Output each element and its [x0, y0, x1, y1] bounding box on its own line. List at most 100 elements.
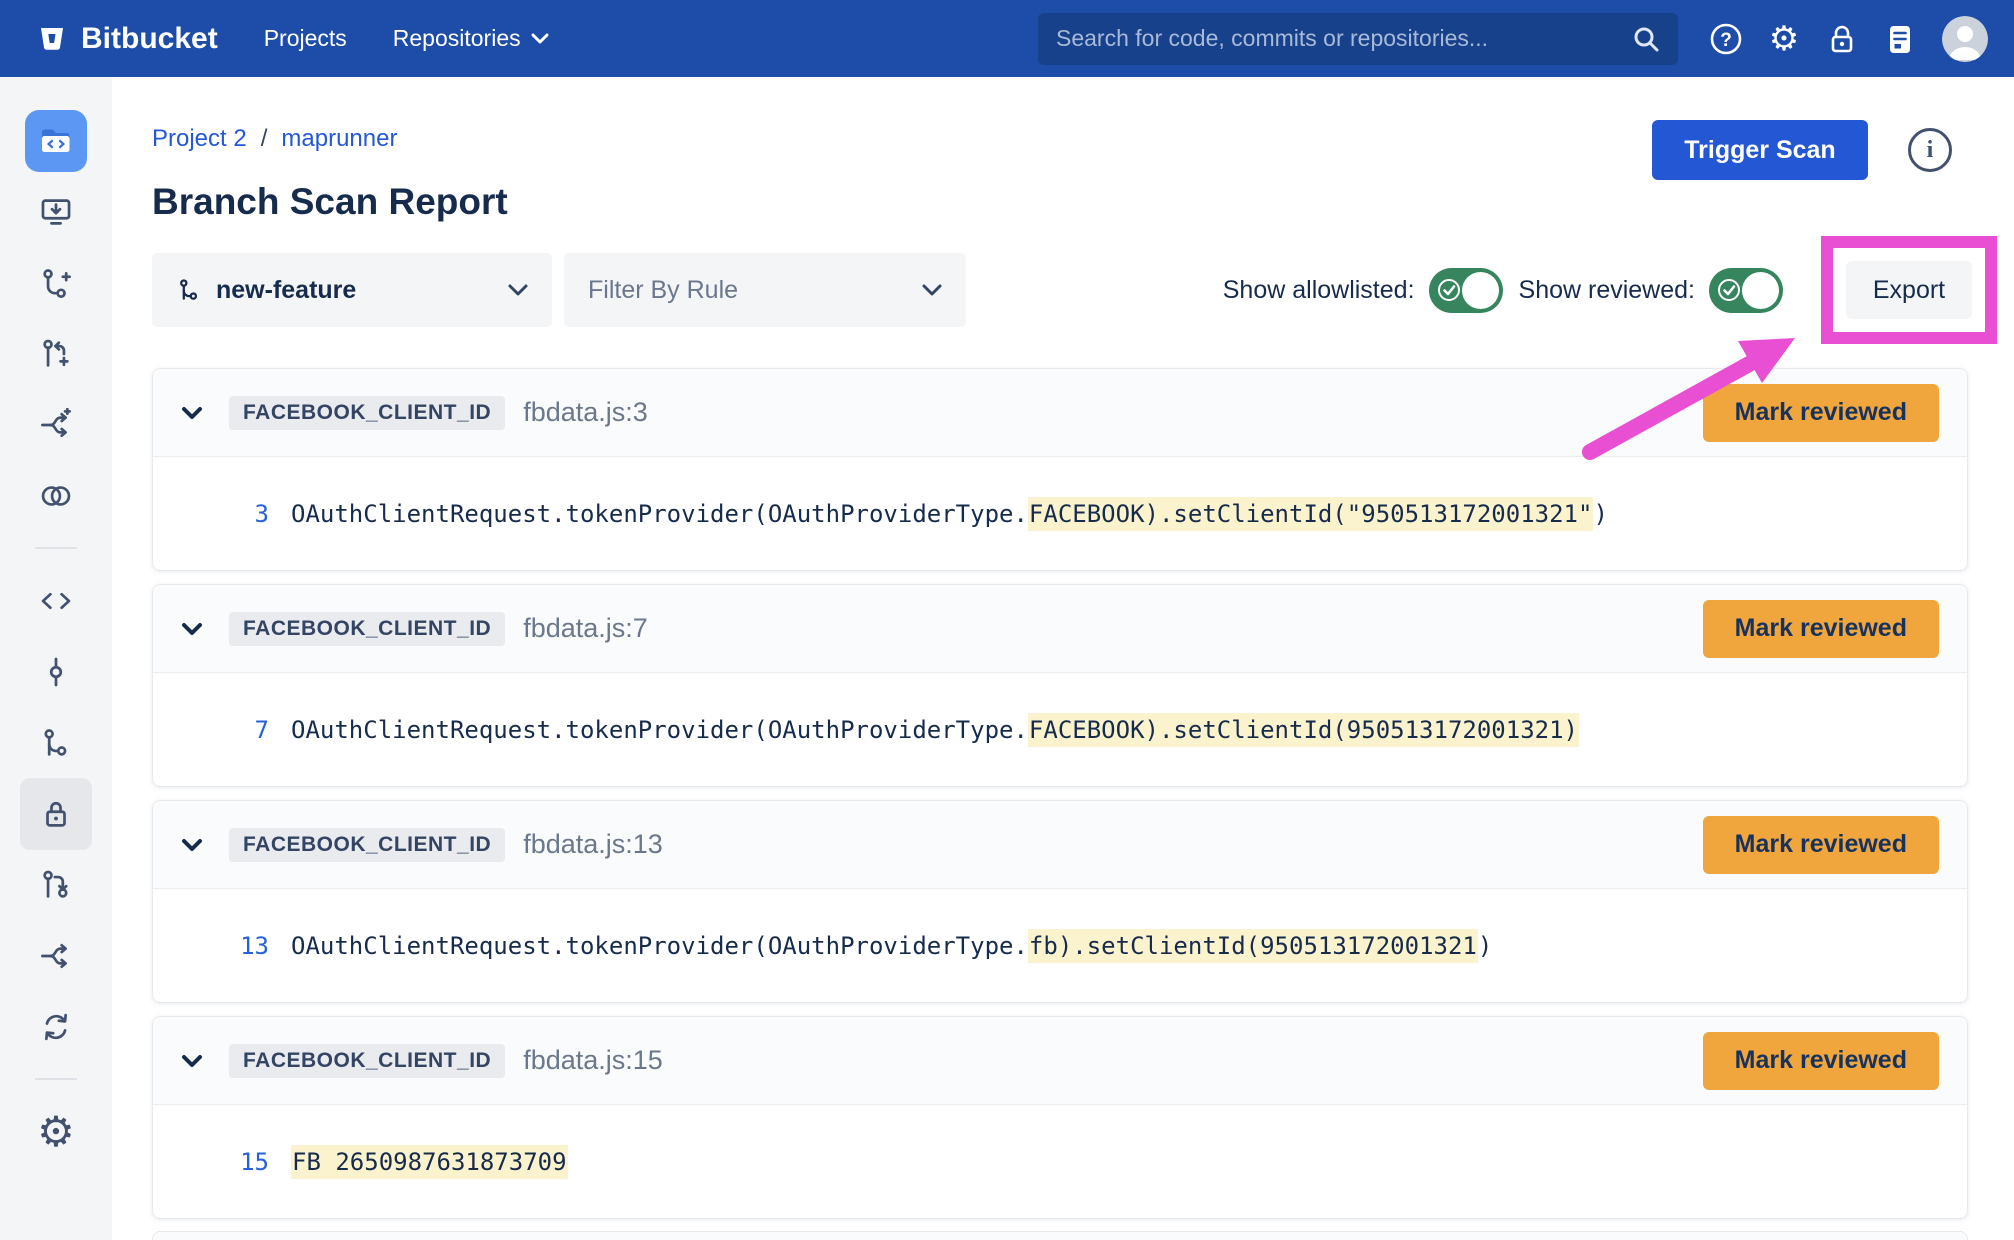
mark-reviewed-button[interactable]: Mark reviewed	[1703, 816, 1939, 874]
rule-badge: FACEBOOK_CLIENT_ID	[229, 828, 505, 862]
check-icon	[1716, 277, 1742, 303]
breadcrumb-separator: /	[261, 125, 268, 153]
rule-filter-dropdown[interactable]: Filter By Rule	[564, 253, 966, 327]
secret-highlight: FACEBOOK).setClientId("950513172001321"	[1028, 497, 1594, 531]
search-icon	[1632, 25, 1660, 53]
create-pull-request-icon	[39, 337, 73, 371]
collapse-chevron-icon[interactable]	[181, 838, 203, 852]
gear-icon: ⚙	[1769, 22, 1799, 56]
line-number: 15	[153, 1148, 269, 1176]
breadcrumb-project-link[interactable]: Project 2	[152, 125, 247, 153]
collapse-chevron-icon[interactable]	[181, 622, 203, 636]
check-icon	[1436, 277, 1462, 303]
create-branch-icon	[39, 266, 73, 300]
sync-icon	[39, 1010, 73, 1044]
trigger-scan-button[interactable]: Trigger Scan	[1652, 120, 1868, 180]
nav-projects[interactable]: Projects	[264, 25, 347, 52]
finding-location: fbdata.js:15	[523, 1045, 663, 1076]
breadcrumb-repo-link[interactable]: maprunner	[281, 125, 397, 153]
nav-repositories[interactable]: Repositories	[393, 25, 549, 52]
finding-header: FACEBOOK_CLIENT_ID fbdata.js:7 Mark revi…	[153, 585, 1967, 673]
sidebar-item-forks[interactable]	[0, 920, 112, 991]
finding-card: FACEBOOK_CLIENT_ID fbdata.js:15 Mark rev…	[152, 1016, 1968, 1219]
sidebar-item-clone[interactable]	[0, 176, 112, 247]
finding-header: FACEBOOK_CLIENT_ID fbdata.js:3 Mark revi…	[153, 369, 1967, 457]
sidebar-item-repository[interactable]	[0, 105, 112, 176]
top-navbar: Bitbucket Projects Repositories Search f…	[0, 0, 2014, 77]
help-button[interactable]: ?	[1702, 15, 1750, 63]
sidebar-item-pull-requests[interactable]	[0, 849, 112, 920]
chevron-down-icon	[508, 284, 528, 297]
mark-reviewed-button[interactable]: Mark reviewed	[1703, 600, 1939, 658]
rule-filter-placeholder: Filter By Rule	[588, 276, 738, 305]
security-button[interactable]	[1818, 15, 1866, 63]
search-input[interactable]: Search for code, commits or repositories…	[1038, 13, 1678, 65]
sidebar-item-sync[interactable]	[0, 991, 112, 1062]
branches-icon	[39, 726, 73, 760]
show-reviewed-toggle[interactable]	[1709, 268, 1783, 313]
pull-request-icon	[39, 868, 73, 902]
sidebar-divider	[35, 1078, 77, 1080]
finding-code-row: 7 OAuthClientRequest.tokenProvider(OAuth…	[153, 673, 1967, 786]
finding-code-row: 15 FB 2650987631873709	[153, 1105, 1967, 1218]
finding-header: FACEBOOK_CLIENT_ID fbdata.js:15 Mark rev…	[153, 1017, 1967, 1105]
sidebar-divider	[35, 547, 77, 549]
code-snippet: OAuthClientRequest.tokenProvider(OAuthPr…	[291, 932, 1492, 960]
finding-code-row: 3 OAuthClientRequest.tokenProvider(OAuth…	[153, 457, 1967, 570]
active-item-background	[20, 778, 92, 850]
sidebar-item-secret-scan-active[interactable]	[0, 778, 112, 849]
sidebar-item-source[interactable]	[0, 565, 112, 636]
toggle-knob	[1462, 272, 1499, 309]
collapse-chevron-icon[interactable]	[181, 1054, 203, 1068]
finding-location: fbdata.js:7	[523, 613, 648, 644]
gear-icon: ⚙	[37, 1111, 75, 1153]
help-icon: ?	[1706, 19, 1746, 59]
clone-icon	[39, 195, 73, 229]
filter-row: new-feature Filter By Rule Show allowlis…	[152, 253, 1968, 327]
show-allowlisted-label: Show allowlisted:	[1223, 276, 1415, 305]
bitbucket-bucket-icon	[36, 23, 68, 55]
finding-card: FACEBOOK_CLIENT_ID fbdata.js:3 Mark revi…	[152, 368, 1968, 571]
user-avatar[interactable]	[1942, 16, 1988, 62]
settings-button[interactable]: ⚙	[1760, 15, 1808, 63]
line-number: 3	[153, 500, 269, 528]
chevron-down-icon	[922, 284, 942, 297]
lock-icon	[1822, 19, 1862, 59]
repository-folder-icon	[25, 110, 87, 172]
finding-location: fbdata.js:3	[523, 397, 648, 428]
compare-icon	[38, 479, 74, 513]
branch-icon	[176, 277, 202, 303]
code-snippet: OAuthClientRequest.tokenProvider(OAuthPr…	[291, 500, 1608, 528]
secret-highlight: FACEBOOK).setClientId(950513172001321)	[1028, 713, 1579, 747]
sidebar-item-branches[interactable]	[0, 707, 112, 778]
commits-icon	[39, 655, 73, 689]
bitbucket-logo[interactable]: Bitbucket	[36, 22, 218, 56]
rule-badge: FACEBOOK_CLIENT_ID	[229, 1044, 505, 1078]
sidebar-item-create-pull-request[interactable]	[0, 318, 112, 389]
sidebar-item-settings[interactable]: ⚙	[0, 1096, 112, 1167]
annotation-highlight-box: Export	[1821, 236, 1997, 344]
finding-header: FACEBOOK_CLIENT_ID fbdata.js:13 Mark rev…	[153, 801, 1967, 889]
info-icon[interactable]: i	[1908, 128, 1952, 172]
feedback-button[interactable]	[1876, 15, 1924, 63]
sidebar-item-create-branch[interactable]	[0, 247, 112, 318]
export-button[interactable]: Export	[1846, 261, 1972, 319]
branch-selector-dropdown[interactable]: new-feature	[152, 253, 552, 327]
line-number: 13	[153, 932, 269, 960]
left-sidebar: ⚙	[0, 77, 112, 1240]
sidebar-item-compare[interactable]	[0, 460, 112, 531]
mark-reviewed-button[interactable]: Mark reviewed	[1703, 1032, 1939, 1090]
fork-icon	[39, 939, 73, 973]
search-placeholder: Search for code, commits or repositories…	[1056, 25, 1632, 52]
code-snippet: OAuthClientRequest.tokenProvider(OAuthPr…	[291, 716, 1579, 744]
secret-highlight: fb).setClientId(950513172001321	[1028, 929, 1478, 963]
lock-icon	[39, 797, 73, 831]
sidebar-item-fork[interactable]	[0, 389, 112, 460]
sidebar-item-commits[interactable]	[0, 636, 112, 707]
chevron-down-icon	[531, 33, 549, 45]
mark-reviewed-button[interactable]: Mark reviewed	[1703, 384, 1939, 442]
collapse-chevron-icon[interactable]	[181, 406, 203, 420]
feedback-icon	[1880, 19, 1920, 59]
fork-plus-icon	[39, 408, 73, 442]
show-allowlisted-toggle[interactable]	[1429, 268, 1503, 313]
